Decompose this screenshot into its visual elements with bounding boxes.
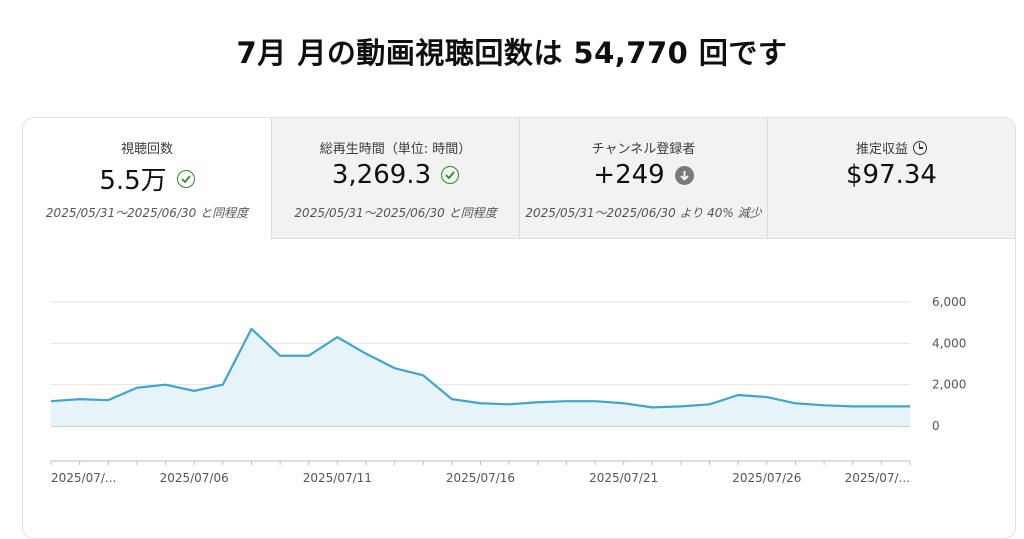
x-tick-label: 2025/07/26 (732, 471, 801, 485)
x-tick-label: 2025/07/... (51, 471, 116, 485)
tab-views-value: 5.5万 (99, 166, 167, 196)
x-tick-label: 2025/07/16 (446, 471, 515, 485)
x-tick-label: 2025/07/21 (589, 471, 658, 485)
tab-revenue[interactable]: 推定収益 $97.34 (767, 118, 1015, 239)
analytics-card: 視聴回数 5.5万 2025/05/31〜2025/06/30 と同程度 総再生… (22, 117, 1016, 539)
tab-views-note: 2025/05/31〜2025/06/30 と同程度 (45, 206, 249, 220)
views-chart: 6,000 4,000 2,000 0 2025/07/... 2025/07/06 202… (50, 295, 966, 485)
y-tick-label: 0 (932, 419, 940, 433)
tab-views-label: 視聴回数 (120, 142, 173, 157)
tab-watch-time-label: 総再生時間（単位: 時間） (319, 142, 472, 157)
arrow-down-circle-icon (674, 165, 694, 185)
tab-revenue-value: $97.34 (846, 160, 937, 190)
metric-tabs: 視聴回数 5.5万 2025/05/31〜2025/06/30 と同程度 総再生… (23, 118, 1015, 239)
check-circle-icon (176, 169, 195, 188)
x-tick-label: 2025/07/11 (303, 471, 372, 485)
tab-subscribers-value: +249 (593, 160, 665, 190)
y-tick-label: 2,000 (932, 378, 966, 392)
page-headline: 7月 月の動画視聴回数は 54,770 回です (236, 36, 788, 70)
tab-watch-time[interactable]: 総再生時間（単位: 時間） 3,269.3 2025/05/31〜2025/06… (271, 118, 519, 239)
tab-watch-time-value: 3,269.3 (331, 160, 432, 190)
clock-icon (913, 140, 927, 155)
y-tick-label: 6,000 (932, 295, 966, 309)
check-circle-icon (441, 166, 460, 184)
tab-subscribers[interactable]: チャンネル登録者 +249 2025/05/31〜2025/06/30 より 4… (519, 118, 767, 239)
x-tick-label: 2025/07/06 (160, 471, 229, 485)
tab-subscribers-note: 2025/05/31〜2025/06/30 より 40% 減少 (525, 206, 762, 220)
tab-revenue-label: 推定収益 (855, 142, 908, 157)
x-tick-label: 2025/07/... (845, 471, 910, 485)
tab-watch-time-note: 2025/05/31〜2025/06/30 と同程度 (294, 206, 497, 220)
tab-views[interactable]: 視聴回数 5.5万 2025/05/31〜2025/06/30 と同程度 (23, 118, 271, 239)
y-tick-label: 4,000 (932, 336, 966, 350)
tab-subscribers-label: チャンネル登録者 (591, 142, 696, 157)
